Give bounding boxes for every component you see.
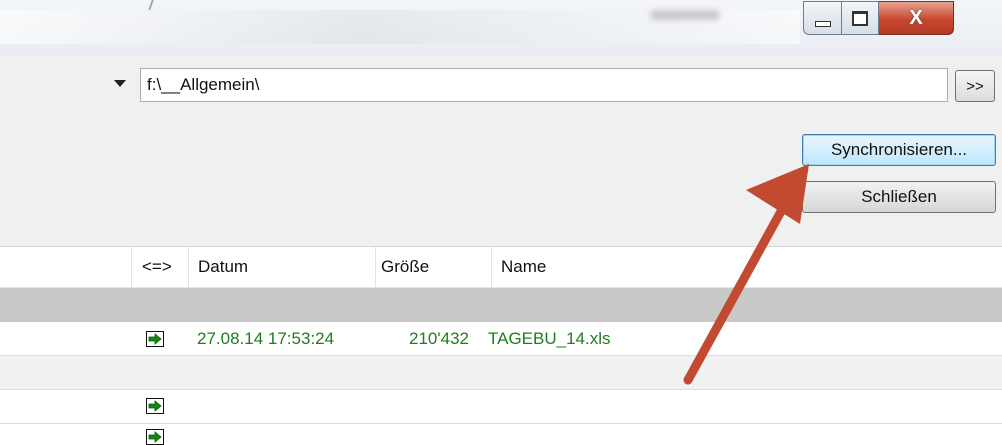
chevron-down-icon[interactable] (114, 80, 126, 87)
toolbar-area: >> Synchronisieren... Schließen (0, 56, 1002, 246)
column-header-name[interactable]: Name (501, 247, 546, 287)
column-header-direction[interactable]: <=> (142, 247, 172, 287)
column-header-size[interactable]: Größe (381, 247, 429, 287)
title-bar: X (0, 0, 1002, 56)
title-bar-mark (148, 0, 154, 10)
row-size: 210'432 (409, 329, 469, 348)
maximize-icon (852, 10, 868, 26)
close-icon: X (909, 6, 923, 29)
column-separator[interactable] (375, 247, 376, 287)
row-name: TAGEBU_14.xls (488, 329, 611, 348)
close-window-button[interactable]: X (879, 1, 954, 35)
minimize-icon (814, 21, 831, 27)
table-row[interactable] (0, 356, 1002, 390)
table-row[interactable] (0, 424, 1002, 445)
close-button[interactable]: Schließen (802, 181, 996, 213)
row-date: 27.08.14 17:53:24 (197, 329, 335, 348)
maximize-button[interactable] (841, 1, 879, 35)
column-header-date[interactable]: Datum (198, 247, 248, 287)
more-button[interactable]: >> (955, 70, 995, 102)
sync-arrow-right-icon (146, 398, 164, 414)
column-separator[interactable] (491, 247, 492, 287)
column-separator[interactable] (188, 247, 189, 287)
synchronize-button[interactable]: Synchronisieren... (802, 134, 996, 166)
minimize-button[interactable] (803, 1, 841, 35)
table-row[interactable]: 27.08.14 17:53:24 210'432 TAGEBU_14.xls (0, 322, 1002, 356)
sync-arrow-right-icon (146, 429, 164, 445)
list-header: <=> Datum Größe Name (0, 246, 1002, 288)
window-controls: X (803, 0, 954, 40)
column-separator[interactable] (131, 247, 132, 287)
table-row[interactable] (0, 390, 1002, 424)
sync-arrow-right-icon (146, 331, 164, 347)
title-bar-blur (650, 10, 720, 20)
group-row[interactable] (0, 288, 1002, 322)
path-input[interactable] (140, 68, 948, 102)
